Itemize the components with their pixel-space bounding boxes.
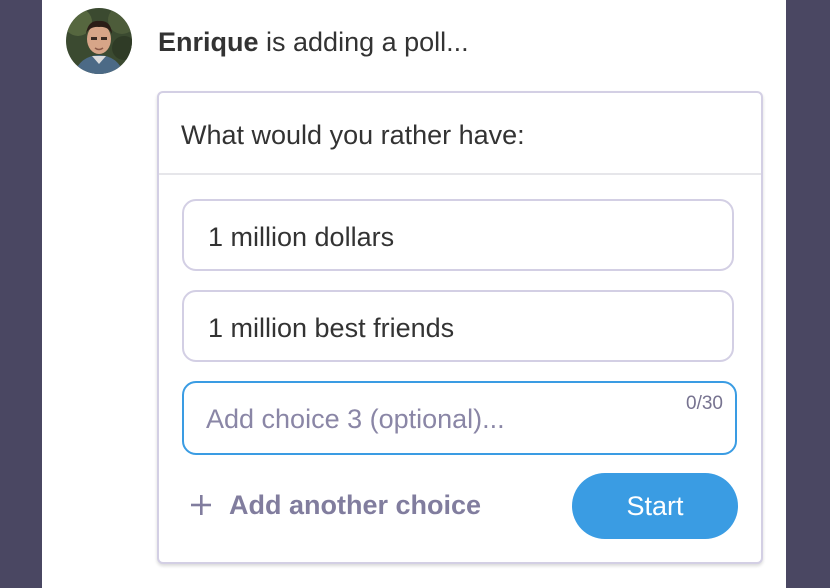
add-choice-button[interactable]: Add another choice	[189, 487, 481, 523]
poll-choice-1[interactable]: 1 million dollars	[182, 199, 734, 271]
divider	[159, 173, 761, 175]
plus-icon	[191, 495, 211, 515]
start-poll-button[interactable]: Start	[572, 473, 738, 539]
avatar-image	[66, 8, 132, 74]
poll-choice-2[interactable]: 1 million best friends	[182, 290, 734, 362]
poll-choice-label: 1 million dollars	[208, 222, 395, 252]
poll-choice-3-field[interactable]: 0/30	[182, 381, 737, 455]
char-counter: 0/30	[686, 393, 723, 414]
poll-status-line: Enrique is adding a poll...	[158, 24, 469, 60]
status-text: is adding a poll...	[258, 27, 469, 57]
author-name[interactable]: Enrique	[158, 27, 259, 57]
avatar[interactable]	[66, 8, 132, 74]
add-choice-label: Add another choice	[229, 489, 482, 520]
choice-3-input[interactable]	[206, 401, 666, 437]
poll-choice-label: 1 million best friends	[208, 313, 455, 343]
poll-question[interactable]: What would you rather have:	[181, 117, 525, 153]
poll-composer: What would you rather have: 1 million do…	[157, 91, 763, 564]
